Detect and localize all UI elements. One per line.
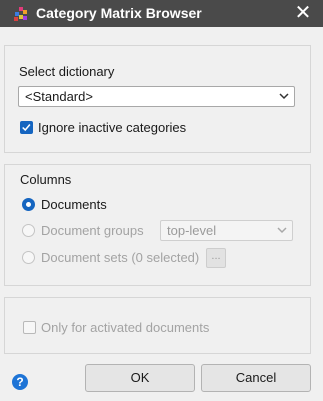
only-activated-label: Only for activated documents	[41, 320, 210, 335]
close-icon: ✕	[294, 2, 312, 24]
filter-group: Only for activated documents	[4, 297, 311, 354]
groups-level-select[interactable]: top-level	[160, 220, 293, 241]
chevron-down-icon	[279, 93, 289, 100]
dictionary-select[interactable]: <Standard>	[18, 86, 295, 107]
checkmark-icon	[22, 124, 31, 132]
chevron-down-icon	[277, 227, 287, 234]
only-activated-checkbox[interactable]	[23, 321, 36, 334]
dictionary-label: Select dictionary	[19, 64, 115, 79]
window-title: Category Matrix Browser	[36, 5, 202, 21]
radio-document-sets[interactable]	[22, 251, 35, 264]
ignore-inactive-label: Ignore inactive categories	[38, 120, 187, 135]
select-sets-button[interactable]: ...	[206, 248, 226, 268]
app-matrix-icon	[14, 7, 28, 21]
columns-group: Columns Documents Document groups top-le…	[4, 164, 311, 286]
ignore-inactive-checkbox[interactable]	[20, 121, 33, 134]
cancel-button[interactable]: Cancel	[201, 364, 311, 392]
radio-documents-label: Documents	[41, 197, 107, 212]
title-bar: Category Matrix Browser ✕	[0, 0, 323, 27]
radio-document-groups[interactable]	[22, 224, 35, 237]
groups-level-value: top-level	[167, 223, 217, 238]
radio-documents[interactable]	[22, 198, 35, 211]
radio-document-sets-label: Document sets (0 selected)	[41, 250, 200, 265]
radio-document-groups-label: Document groups	[41, 223, 144, 238]
dictionary-select-value: <Standard>	[25, 89, 93, 104]
help-icon[interactable]: ?	[12, 374, 28, 390]
dictionary-group: Select dictionary <Standard> Ignore inac…	[4, 45, 311, 153]
close-button[interactable]: ✕	[291, 1, 315, 25]
columns-legend: Columns	[20, 172, 72, 187]
ok-button[interactable]: OK	[85, 364, 195, 392]
